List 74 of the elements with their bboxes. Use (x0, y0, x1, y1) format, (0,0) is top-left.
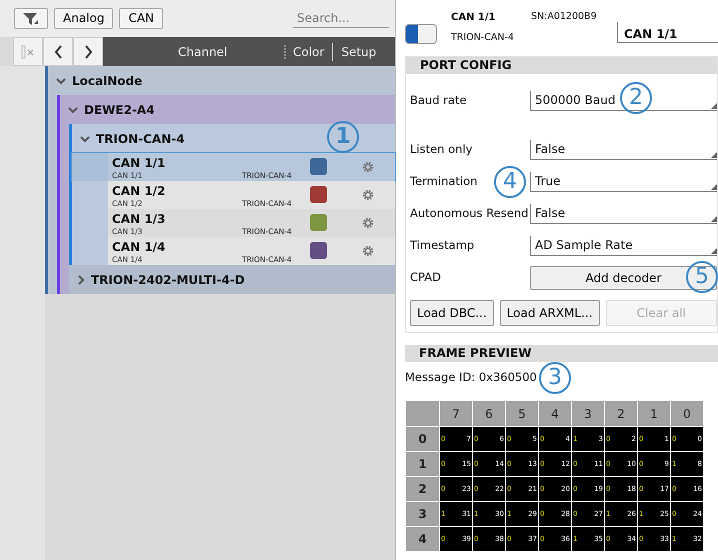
field-label: Termination (410, 173, 478, 190)
section-header: FRAME PREVIEW (405, 345, 718, 362)
previous-button[interactable] (43, 37, 73, 66)
enable-switch[interactable] (405, 24, 437, 44)
column-header: 2 (604, 400, 638, 426)
callout-marker: 2 (620, 82, 652, 114)
field-label: Autonomous Resend (410, 205, 528, 222)
row-header: 2 (406, 476, 440, 502)
dropdown[interactable]: True (530, 172, 717, 192)
tree-node-label[interactable]: LocalNode (72, 72, 142, 90)
row-header: 0 (406, 426, 440, 452)
load-button[interactable]: Load ARXML... (500, 300, 600, 326)
channel-name: CAN 1/3 (112, 211, 166, 228)
channel-name: CAN 1/1 (451, 11, 496, 25)
column-header: 4 (538, 400, 572, 426)
column-header: 6 (472, 400, 506, 426)
column-header: 0 (670, 400, 704, 426)
search-field[interactable]: Search... (293, 9, 389, 28)
device-name: TRION-CAN-4 (451, 31, 515, 45)
row-header: 4 (406, 526, 440, 552)
chevron-right-icon[interactable] (77, 274, 85, 284)
drag-handle-icon (283, 44, 287, 58)
channel-name-field[interactable]: CAN 1/1 (617, 22, 718, 43)
field-label: Baud rate (410, 92, 467, 110)
row-header: 3 (406, 502, 440, 526)
message-id: Message ID: 0x360500 (405, 369, 537, 386)
tree-node-label[interactable]: DEWE2-A4 (84, 100, 155, 118)
funnel-icon (21, 10, 41, 27)
chevron-down-icon[interactable] (56, 76, 66, 84)
settings-icon[interactable] (362, 217, 374, 229)
dropdown[interactable]: False (530, 140, 717, 160)
settings-icon[interactable] (362, 245, 374, 257)
corner-icon (711, 152, 717, 158)
color-swatch[interactable] (310, 242, 327, 259)
dropdown[interactable]: False (530, 204, 717, 224)
filter-button[interactable] (14, 8, 48, 29)
filter-toggle[interactable]: Analog (54, 8, 114, 29)
column-header: 3 (572, 400, 604, 426)
color-swatch[interactable] (310, 186, 327, 203)
channel-name: CAN 1/2 (112, 183, 166, 200)
corner-icon (711, 216, 717, 222)
row-header: 1 (406, 452, 440, 476)
channel-name: CAN 1/4 (112, 239, 166, 256)
column-header[interactable]: Setup (341, 42, 376, 60)
column-header: 1 (638, 400, 670, 426)
table-corner (406, 400, 440, 426)
filter-toggle[interactable]: CAN (119, 8, 164, 29)
field-label: Timestamp (410, 237, 474, 254)
column-header[interactable]: Channel (178, 42, 283, 60)
next-button[interactable] (73, 37, 103, 66)
column-header[interactable]: Color (293, 42, 334, 60)
color-swatch[interactable] (310, 158, 327, 175)
corner-icon (711, 248, 717, 254)
chevron-down-icon[interactable] (68, 106, 78, 114)
column-header: 5 (506, 400, 538, 426)
channel-name: CAN 1/1 (112, 155, 166, 172)
corner-icon (711, 103, 717, 109)
callout-marker: 3 (539, 362, 571, 394)
callout-marker: 4 (494, 166, 526, 198)
settings-icon[interactable] (362, 189, 374, 201)
tree-node-label[interactable]: TRION-CAN-4 (96, 130, 185, 148)
load-button[interactable]: Load DBC... (410, 300, 494, 326)
corner-icon (711, 184, 717, 190)
field-label: CPAD (410, 269, 441, 286)
serial-number: SN:A01200B9 (531, 10, 598, 24)
section-header: PORT CONFIG (406, 57, 717, 74)
settings-icon[interactable] (362, 161, 374, 173)
column-close-icon (20, 44, 36, 58)
callout-marker: 5 (686, 261, 718, 293)
column-header: 7 (440, 400, 472, 426)
color-swatch[interactable] (310, 214, 327, 231)
field-label: Listen only (410, 141, 472, 158)
dropdown[interactable]: AD Sample Rate (530, 236, 717, 256)
chevron-down-icon[interactable] (80, 134, 90, 142)
